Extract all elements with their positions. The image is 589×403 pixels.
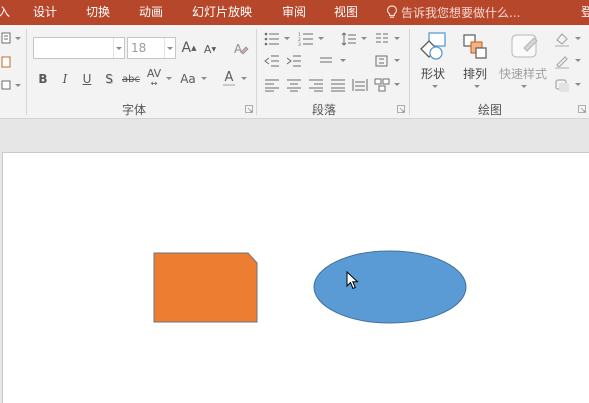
font-size-combobox[interactable]: 18 [127,37,176,59]
svg-text:3: 3 [298,42,301,46]
tab-transitions[interactable]: 切换 [86,4,110,20]
align-text-icon[interactable] [318,53,336,69]
chevron-down-icon[interactable] [166,77,172,80]
tell-me-search[interactable]: 告诉我您想要做什么... [386,4,520,20]
convert-to-smartart-icon[interactable] [373,77,391,93]
decrease-font-size-icon[interactable]: A ▼ [203,39,217,59]
slide-editing-area [0,152,589,403]
snip-corner-rectangle-shape[interactable] [153,252,258,323]
section-icon[interactable] [0,78,12,92]
chevron-down-icon[interactable] [521,85,527,88]
justify-icon[interactable] [329,77,347,93]
tab-review[interactable]: 审阅 [282,4,306,20]
align-center-icon[interactable] [285,77,303,93]
group-divider [256,29,257,115]
text-shadow-icon[interactable]: S [102,70,116,88]
group-label-drawing: 绘图 [478,103,503,117]
decrease-indent-icon[interactable] [263,53,281,69]
chevron-down-icon[interactable] [394,37,400,40]
shapes-label[interactable]: 形状 [421,65,445,82]
clear-formatting-icon[interactable]: A [232,37,250,59]
line-spacing-icon[interactable] [340,31,358,47]
chevron-down-icon[interactable] [575,59,581,62]
ribbon-tab-bar: 入 设计 切换 动画 幻灯片放映 审阅 视图 告诉我您想要做什么... 登 [0,0,589,25]
arrange-icon[interactable] [461,31,489,63]
chevron-down-icon[interactable] [201,77,207,80]
shape-outline-icon[interactable] [553,53,571,69]
quick-styles-icon[interactable] [507,31,541,63]
chevron-down-icon[interactable] [340,59,346,62]
shapes-gallery-icon[interactable] [418,30,450,64]
svg-text:A: A [234,42,243,56]
chevron-down-icon[interactable] [432,85,438,88]
clipboard-layout-icon[interactable] [0,31,12,45]
chevron-down-icon[interactable] [575,83,581,86]
text-direction-icon[interactable] [373,53,391,69]
workspace-gap [0,119,589,152]
chevron-down-icon[interactable] [15,84,21,87]
font-color-icon[interactable]: A [222,69,236,89]
font-dialog-launcher-icon[interactable] [245,105,253,113]
italic-icon[interactable]: I [58,70,72,88]
tab-insert-partial[interactable]: 入 [0,4,10,20]
slide-canvas[interactable] [2,152,589,403]
group-label-font: 字体 [122,103,147,117]
character-spacing-icon[interactable]: AV ↔ [145,68,163,89]
mouse-pointer-icon [346,271,359,290]
drawing-dialog-launcher-icon[interactable] [578,105,586,113]
ribbon: 18 A ▲ A ▼ A B I U S abc AV ↔ Aa A 字体 123 [0,25,589,119]
underline-icon[interactable]: U [80,70,94,88]
sign-in-partial[interactable]: 登 [581,4,589,20]
chevron-down-icon[interactable] [284,37,290,40]
bullets-icon[interactable] [263,31,281,47]
paragraph-dialog-launcher-icon[interactable] [397,105,405,113]
group-label-paragraph: 段落 [312,103,337,117]
group-divider [409,29,410,115]
distributed-icon[interactable] [351,77,369,93]
chevron-down-icon[interactable] [164,38,175,58]
increase-indent-icon[interactable] [285,53,303,69]
strikethrough-icon[interactable]: abc [121,70,141,88]
tab-view[interactable]: 视图 [334,4,358,20]
chevron-down-icon[interactable] [241,77,247,80]
shape-effects-icon[interactable] [553,77,571,93]
quick-styles-label[interactable]: 快速样式 [499,65,547,82]
ellipse-shape[interactable] [313,250,467,324]
align-left-icon[interactable] [263,77,281,93]
chevron-down-icon[interactable] [474,85,480,88]
numbering-icon[interactable]: 123 [297,31,315,47]
reset-slide-icon[interactable] [0,55,12,69]
chevron-down-icon[interactable] [318,37,324,40]
group-divider [26,29,27,115]
columns-icon[interactable] [373,31,391,47]
align-right-icon[interactable] [307,77,325,93]
chevron-down-icon[interactable] [15,37,21,40]
tell-me-placeholder: 告诉我您想要做什么... [401,5,521,20]
chevron-down-icon[interactable] [394,59,400,62]
font-size-value: 18 [131,41,147,55]
shape-fill-icon[interactable] [553,31,571,47]
chevron-down-icon[interactable] [575,37,581,40]
tab-design[interactable]: 设计 [33,4,57,20]
chevron-down-icon[interactable] [361,37,367,40]
chevron-down-icon[interactable] [113,38,124,58]
font-name-combobox[interactable] [33,37,125,59]
arrange-label[interactable]: 排列 [463,65,487,82]
chevron-down-icon[interactable] [394,83,400,86]
lightbulb-icon [386,5,398,18]
increase-font-size-icon[interactable]: A ▲ [181,37,197,59]
tab-animations[interactable]: 动画 [139,4,163,20]
bold-icon[interactable]: B [36,70,50,88]
change-case-icon[interactable]: Aa [178,70,198,88]
tab-slideshow[interactable]: 幻灯片放映 [192,4,252,20]
